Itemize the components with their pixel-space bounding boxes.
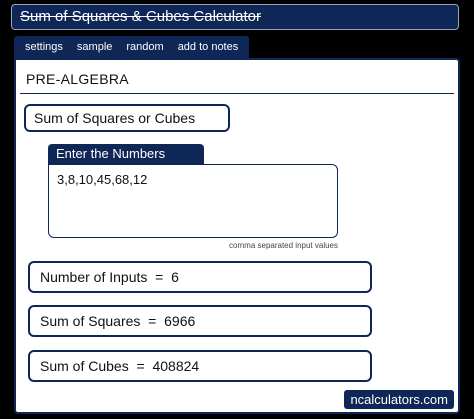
tab-bar: settings sample random add to notes [14,36,250,58]
result-sum-of-squares: Sum of Squares = 6966 [28,305,372,337]
result-equals: = [148,313,157,329]
tab-random[interactable]: random [119,36,170,58]
result-label: Number of Inputs [40,269,148,285]
numbers-input[interactable]: 3,8,10,45,68,12 [48,164,338,238]
result-value: 408824 [152,358,200,374]
result-value: 6 [171,269,179,285]
result-equals: = [136,358,145,374]
result-label: Sum of Cubes [40,358,129,374]
heading-divider [20,93,454,94]
tab-settings[interactable]: settings [18,36,70,58]
result-sum-of-cubes: Sum of Cubes = 408824 [28,350,372,382]
category-heading: PRE-ALGEBRA [26,71,129,87]
result-label: Sum of Squares [40,313,141,329]
calculator-name: Sum of Squares or Cubes [24,104,230,132]
result-equals: = [155,269,164,285]
result-number-of-inputs: Number of Inputs = 6 [28,261,372,293]
result-value: 6966 [164,313,196,329]
tab-sample[interactable]: sample [70,36,119,58]
window-title: Sum of Squares & Cubes Calculator [11,4,459,30]
tab-add-to-notes[interactable]: add to notes [171,36,246,58]
calculator-panel: PRE-ALGEBRA Sum of Squares or Cubes Ente… [14,58,460,414]
numbers-input-label: Enter the Numbers [48,144,204,164]
brand-link[interactable]: ncalculators.com [344,390,454,409]
input-hint: comma separated input values [229,241,338,250]
